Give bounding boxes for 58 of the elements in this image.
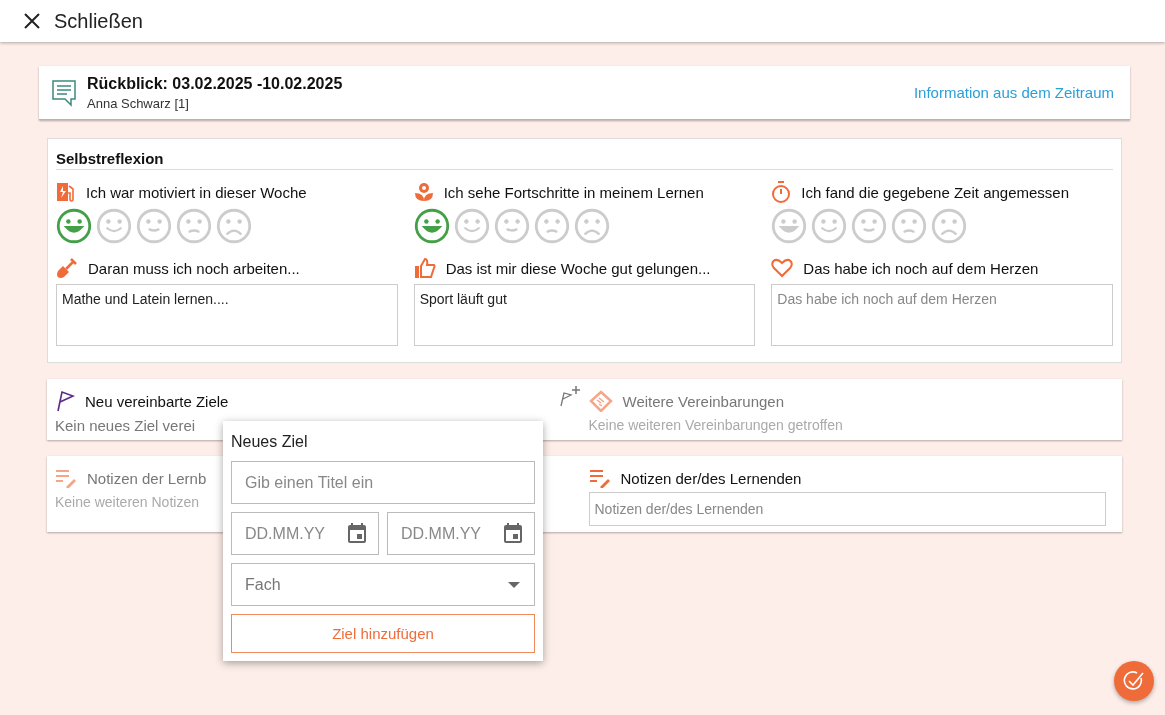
question-label: Ich sehe Fortschritte in meinem Lernen — [443, 183, 704, 201]
title-field[interactable]: Gib einen Titel ein — [231, 461, 535, 504]
question-label: Ich fand die gegebene Zeit angemessen — [801, 183, 1070, 201]
smiley-rating-icon[interactable] — [96, 208, 132, 244]
heart-icon — [771, 258, 794, 278]
note-label: Das habe ich noch auf dem Herzen — [803, 259, 1039, 277]
add-flag-icon[interactable] — [558, 385, 581, 407]
start-date-field[interactable]: DD.MM.YY — [231, 512, 379, 555]
calendar-icon — [503, 522, 523, 544]
question-label: Ich war motiviert in dieser Woche — [86, 183, 307, 201]
text-area[interactable]: Mathe und Latein lernen.... — [56, 284, 398, 346]
fuel-pump-icon — [56, 182, 76, 202]
flag-icon — [55, 390, 75, 412]
smiley-rating-icon[interactable] — [771, 208, 808, 244]
end-date-field[interactable]: DD.MM.YY — [387, 512, 535, 555]
smiley-rating-icon[interactable] — [176, 208, 212, 244]
check-circle-icon — [1123, 670, 1145, 692]
notes-field[interactable]: Notizen der/des Lernenden — [588, 492, 1106, 526]
empty-agreements-text: Keine weiteren Vereinbarungen getroffen — [588, 417, 844, 433]
learner-name: Anna Schwarz [1] — [87, 95, 190, 111]
smiley-rating-icon[interactable] — [891, 208, 928, 244]
smiley-rating-icon[interactable] — [573, 208, 610, 244]
smiley-rating-icon[interactable] — [216, 208, 252, 244]
section-title: Selbstreflexion — [56, 139, 1113, 170]
smiley-rating-icon[interactable] — [413, 208, 450, 244]
text-area[interactable]: Sport läuft gut — [413, 284, 756, 346]
calendar-icon — [347, 522, 367, 544]
section-title: Weitere Vereinbarungen — [622, 392, 784, 410]
close-icon — [24, 13, 40, 29]
smiley-rating-icon[interactable] — [811, 208, 848, 244]
smiley-rating-icon[interactable] — [453, 208, 490, 244]
stopwatch-icon — [771, 181, 792, 203]
note-label: Das ist mir diese Woche gut gelungen... — [445, 259, 711, 277]
smiley-rating-icon[interactable] — [851, 208, 888, 244]
thumbs-up-icon — [413, 257, 436, 279]
section-title: Notizen der Lernb — [87, 469, 207, 487]
empty-goals-text: Kein neues Ziel verei — [55, 417, 197, 434]
dropdown-caret-icon — [508, 581, 520, 588]
section-title: Neu vereinbarte Ziele — [85, 392, 229, 410]
smiley-rating-icon[interactable] — [56, 208, 92, 244]
smiley-rating-icon[interactable] — [931, 208, 968, 244]
shovel-icon — [56, 257, 78, 279]
notes-edit-icon — [588, 468, 611, 488]
text-area[interactable]: Das habe ich noch auf dem Herzen — [771, 284, 1113, 346]
subject-dropdown[interactable]: Fach — [231, 563, 535, 606]
note-label: Daran muss ich noch arbeiten... — [88, 259, 300, 277]
review-title: Rückblick: 03.02.2025 -10.02.2025 — [87, 74, 344, 93]
smiley-rating-icon[interactable] — [533, 208, 570, 244]
empty-notes-text: Keine weiteren Notizen — [55, 494, 200, 510]
comment-icon — [51, 78, 77, 107]
close-button[interactable]: Schließen — [24, 9, 143, 33]
confirm-button[interactable] — [1114, 661, 1154, 701]
popup-title: Neues Ziel — [231, 433, 309, 451]
smiley-rating-icon[interactable] — [136, 208, 172, 244]
flower-icon — [413, 182, 434, 202]
notes-edit-icon — [55, 468, 77, 488]
section-title: Notizen der/des Lernenden — [620, 469, 802, 487]
smiley-rating-icon[interactable] — [493, 208, 530, 244]
